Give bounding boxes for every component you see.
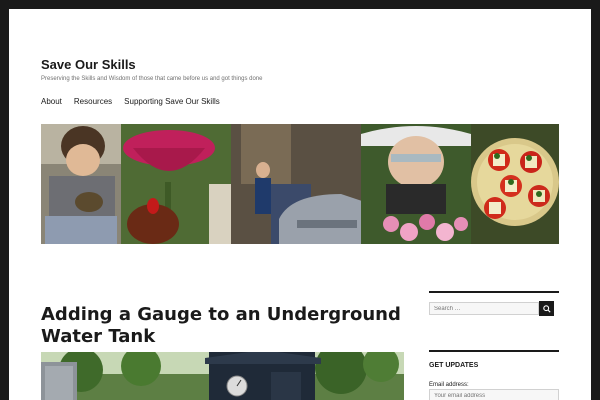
search-form [429, 301, 554, 316]
site-description: Preserving the Skills and Wisdom of thos… [41, 76, 263, 82]
post-title[interactable]: Adding a Gauge to an Underground Water T… [41, 304, 411, 348]
nav-item-resources[interactable]: Resources [74, 97, 112, 106]
email-field[interactable] [429, 389, 559, 400]
sidebar: Get Updates Email address: [429, 291, 559, 400]
nav-item-supporting[interactable]: Supporting Save Our Skills [124, 97, 220, 106]
nav-item-about[interactable]: About [41, 97, 62, 106]
main-nav: About Resources Supporting Save Our Skil… [41, 97, 220, 106]
updates-divider [429, 350, 559, 352]
search-button[interactable] [539, 301, 554, 316]
page: Save Our Skills Preserving the Skills an… [9, 9, 591, 400]
email-label: Email address: [429, 382, 469, 388]
site-title[interactable]: Save Our Skills [41, 57, 136, 72]
search-input[interactable] [429, 302, 539, 315]
sidebar-divider [429, 291, 559, 293]
featured-image[interactable] [41, 352, 404, 400]
updates-title: Get Updates [429, 362, 479, 369]
header-image[interactable] [41, 124, 559, 244]
search-icon [542, 304, 551, 313]
